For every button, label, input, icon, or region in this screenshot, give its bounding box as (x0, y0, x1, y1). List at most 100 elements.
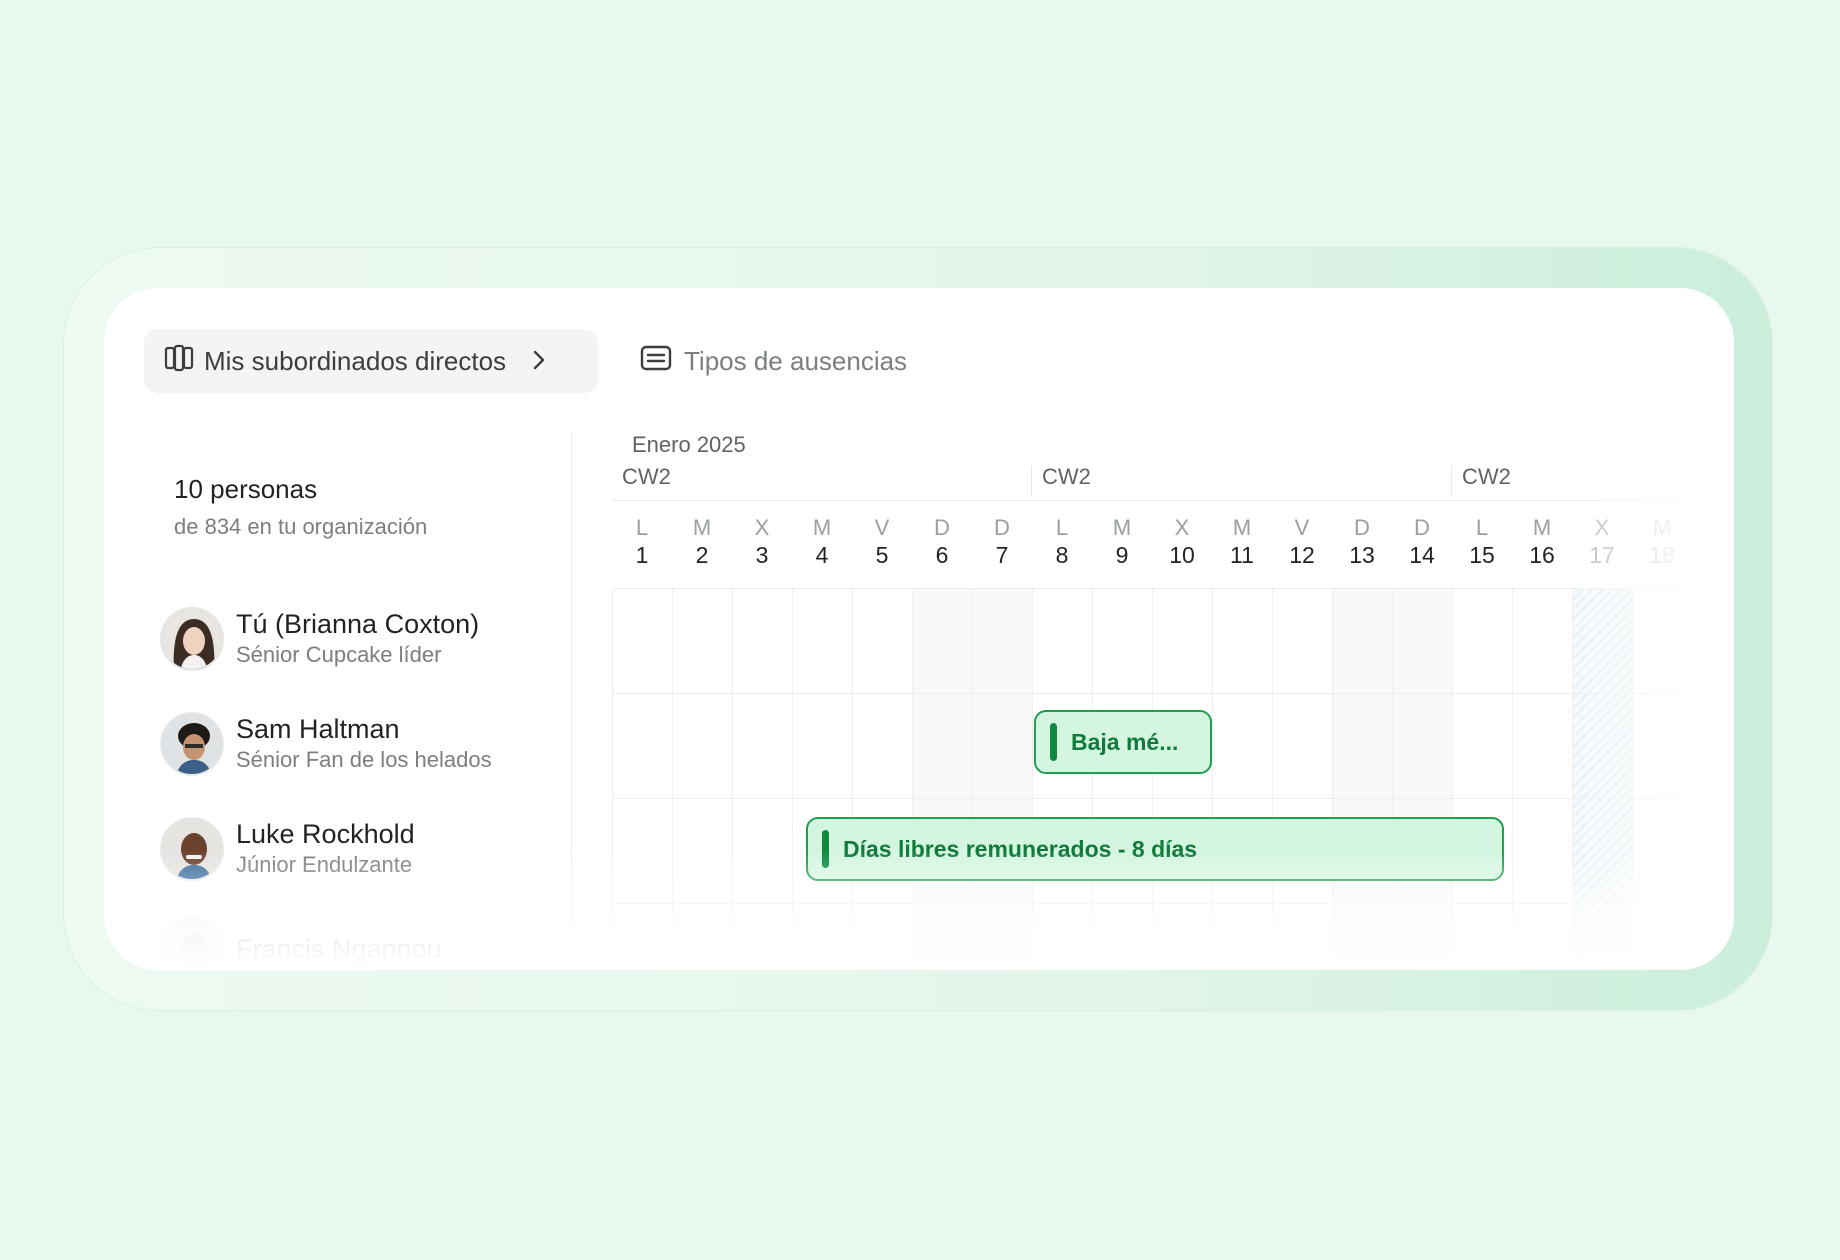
absence-marker (822, 830, 829, 868)
avatar (160, 917, 224, 970)
week-label: CW2 (1462, 464, 1511, 489)
week-label: CW2 (622, 464, 671, 489)
absence-label: Días libres remunerados - 8 días (843, 835, 1198, 862)
day-header: X 17 (1572, 516, 1632, 570)
day-header: D 14 (1392, 516, 1452, 570)
grid-column (1632, 588, 1692, 970)
person-role: Sénior Fan de los helados (236, 747, 492, 772)
grid-column (1452, 588, 1512, 970)
day-header: X 10 (1152, 516, 1212, 570)
grid-column (972, 588, 1032, 970)
person-name: Sam Haltman (236, 714, 400, 744)
day-number: 17 (1589, 542, 1615, 568)
day-header: V 19 (1692, 516, 1734, 570)
day-number: 13 (1349, 542, 1375, 568)
day-header: M 16 (1512, 516, 1572, 570)
grid-column (1032, 588, 1092, 970)
day-letter: V (874, 515, 890, 540)
day-header: L8 (1032, 516, 1092, 570)
absence-label: Baja mé... (1071, 728, 1179, 755)
day-number: 4 (815, 542, 829, 568)
grid-column (852, 588, 912, 970)
day-letter: L (635, 515, 649, 540)
grid-row-line (612, 588, 1720, 589)
day-letter: D (1354, 515, 1370, 540)
grid-column (1152, 588, 1212, 970)
absence-calendar-card: Mis subordinados directos Tipos de ausen… (104, 288, 1734, 970)
header-divider (612, 500, 1720, 501)
grid-column (1092, 588, 1152, 970)
day-header: D7 (972, 516, 1032, 570)
day-letter: D (934, 515, 950, 540)
grid-row-line (612, 693, 1720, 694)
day-letter: M (1532, 515, 1552, 540)
day-header: L 15 (1452, 516, 1512, 570)
day-number: 2 (695, 542, 709, 568)
day-number: 15 (1469, 542, 1495, 568)
person-row-luke[interactable]: Luke Rockhold Júnior Endulzante (160, 814, 415, 884)
day-number: 11 (1230, 542, 1254, 568)
day-number: 16 (1529, 542, 1555, 568)
day-header: M2 (672, 516, 732, 570)
grid-column (1332, 588, 1392, 970)
person-role: Sénior Cupcake líder (236, 642, 442, 667)
person-row-sam[interactable]: Sam Haltman Sénior Fan de los helados (160, 709, 492, 779)
day-header: D6 (912, 516, 972, 570)
organization-count: de 834 en tu organización (174, 514, 428, 539)
avatar (160, 607, 224, 671)
grid-column (1272, 588, 1332, 970)
day-number: 6 (935, 542, 949, 568)
person-name: Luke Rockhold (236, 819, 415, 849)
grid-row-line (612, 903, 1720, 904)
grid-column (612, 588, 672, 970)
person-name: Tú (Brianna Coxton) (236, 609, 480, 639)
week-label: CW2 (1042, 464, 1091, 489)
day-number: 18 (1649, 542, 1675, 568)
day-letter: V (1294, 515, 1310, 540)
day-header: M 11 (1212, 516, 1272, 570)
list-card-icon (640, 345, 672, 378)
day-header: V5 (852, 516, 912, 570)
direct-reports-button[interactable]: Mis subordinados directos (144, 329, 598, 393)
day-letter: M (812, 515, 832, 540)
absence-marker (1050, 723, 1057, 761)
day-letter: M (1232, 515, 1252, 540)
grid-row-line (612, 798, 1720, 799)
grid-column (1512, 588, 1572, 970)
day-letter: D (1414, 515, 1430, 540)
grid-column (672, 588, 732, 970)
avatar (160, 817, 224, 881)
day-number: 19 (1709, 542, 1734, 568)
grid-column-holiday (1572, 588, 1632, 970)
day-number: 8 (1055, 542, 1069, 568)
day-letter: M (1652, 515, 1672, 540)
day-number: 12 (1289, 542, 1315, 568)
people-count: 10 personas (174, 474, 318, 504)
absence-sick-leave[interactable]: Baja mé... (1034, 710, 1212, 774)
day-letter: M (1112, 515, 1132, 540)
absence-paid-time-off[interactable]: Días libres remunerados - 8 días (806, 817, 1504, 881)
org-chart-icon (164, 344, 194, 379)
day-number: 10 (1169, 542, 1195, 568)
person-row-brianna[interactable]: Tú (Brianna Coxton) Sénior Cupcake líder (160, 604, 479, 674)
day-number: 7 (995, 542, 1009, 568)
day-number: 3 (755, 542, 769, 568)
grid-column (732, 588, 792, 970)
day-number: 14 (1409, 542, 1435, 568)
day-header: M 18 (1632, 516, 1692, 570)
day-letter: L (1055, 515, 1069, 540)
day-letter: X (1174, 515, 1190, 540)
person-row-francis[interactable]: Francis Ngannou (160, 914, 442, 970)
day-letter: M (692, 515, 712, 540)
absence-types-button[interactable]: Tipos de ausencias (640, 329, 907, 393)
day-letter: V (1714, 515, 1730, 540)
day-number: 9 (1115, 542, 1129, 568)
column-divider (571, 432, 572, 970)
chevron-right-icon (532, 345, 546, 377)
direct-reports-label: Mis subordinados directos (204, 345, 507, 376)
day-letter: X (754, 515, 770, 540)
day-header: M4 (792, 516, 852, 570)
day-header: V 12 (1272, 516, 1332, 570)
day-letter: L (1475, 515, 1489, 540)
grid-column (792, 588, 852, 970)
